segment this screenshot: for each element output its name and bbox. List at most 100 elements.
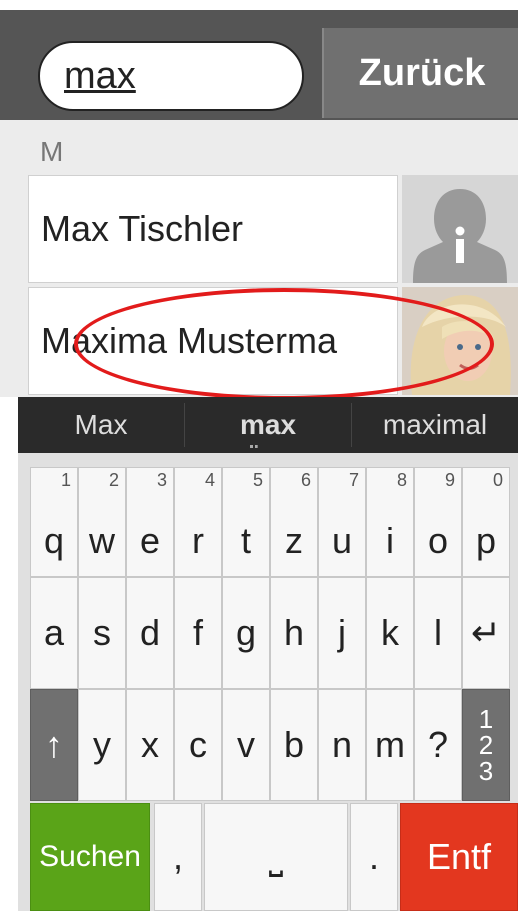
shift-key[interactable]: ↑ (30, 689, 78, 801)
contact-row[interactable]: Max Tischler (28, 175, 518, 283)
suggestion-bar: Max max maximal (18, 397, 518, 453)
key-label: r (192, 520, 204, 561)
key-x[interactable]: x (126, 689, 174, 801)
key-label: a (43, 612, 65, 653)
delete-key[interactable]: Entf (400, 803, 518, 911)
key-label: d (139, 612, 161, 653)
key-b[interactable]: b (270, 689, 318, 801)
key-r[interactable]: 4r (174, 467, 222, 577)
enter-icon: ↵ (470, 612, 502, 653)
key-label: o (427, 520, 449, 561)
key-y[interactable]: y (78, 689, 126, 801)
key-label: y (93, 724, 111, 765)
key-label: 1 2 3 (478, 704, 494, 786)
key-label: i (386, 520, 394, 561)
key-c[interactable]: c (174, 689, 222, 801)
back-button[interactable]: Zurück (322, 28, 518, 118)
key-label: . (368, 836, 379, 877)
key-label: Entf (426, 836, 492, 877)
enter-key[interactable]: ↵ (462, 577, 510, 689)
key-z[interactable]: 6z (270, 467, 318, 577)
key-label: g (235, 612, 257, 653)
keyboard: 1q 2w 3e 4r 5t 6z 7u 8i 9o 0p a s d f g … (18, 453, 518, 911)
key-label: b (283, 724, 305, 765)
key-h[interactable]: h (270, 577, 318, 689)
numbers-key[interactable]: 1 2 3 (462, 689, 510, 801)
key-e[interactable]: 3e (126, 467, 174, 577)
key-m[interactable]: m (366, 689, 414, 801)
contact-list: M Max Tischler Maxima Musterma (0, 120, 518, 397)
key-label: u (331, 520, 353, 561)
key-label: k (381, 612, 399, 653)
avatar[interactable] (402, 287, 518, 395)
key-number: 2 (108, 470, 119, 490)
key-label: w (89, 520, 115, 561)
section-letter: M (40, 136, 64, 167)
shift-arrow-icon: ↑ (45, 724, 63, 765)
key-label: v (237, 724, 255, 765)
contact-row[interactable]: Maxima Musterma (28, 287, 518, 395)
key-label: x (141, 724, 159, 765)
key-label: h (283, 612, 305, 653)
key-label: j (338, 612, 346, 653)
key-label: t (240, 520, 251, 561)
key-label: e (139, 520, 161, 561)
avatar[interactable] (402, 175, 518, 283)
key-p[interactable]: 0p (462, 467, 510, 577)
key-label: Suchen (39, 840, 141, 873)
key-t[interactable]: 5t (222, 467, 270, 577)
key-w[interactable]: 2w (78, 467, 126, 577)
top-bar: max Zurück (0, 10, 518, 120)
photo-avatar (402, 287, 518, 395)
key-g[interactable]: g (222, 577, 270, 689)
key-period[interactable]: . (350, 803, 398, 911)
key-label: , (172, 836, 183, 877)
key-label: ? (427, 724, 449, 765)
key-k[interactable]: k (366, 577, 414, 689)
suggestion-item[interactable]: maximal (352, 397, 518, 453)
contact-name[interactable]: Max Tischler (28, 175, 398, 283)
key-label: c (189, 724, 207, 765)
key-label: l (434, 612, 442, 653)
key-question[interactable]: ? (414, 689, 462, 801)
contact-name[interactable]: Maxima Musterma (28, 287, 398, 395)
key-number: 4 (204, 470, 215, 490)
key-v[interactable]: v (222, 689, 270, 801)
space-icon: ⎵ (268, 835, 284, 877)
suggestion-more-indicator (250, 445, 258, 451)
suggestion-item[interactable]: max (185, 397, 351, 453)
search-input[interactable]: max (38, 41, 304, 111)
key-label: m (375, 724, 405, 765)
key-label: f (192, 612, 203, 653)
suggestion-item[interactable]: Max (18, 397, 184, 453)
key-j[interactable]: j (318, 577, 366, 689)
key-a[interactable]: a (30, 577, 78, 689)
key-number: 6 (300, 470, 311, 490)
key-number: 7 (348, 470, 359, 490)
key-q[interactable]: 1q (30, 467, 78, 577)
key-label: z (285, 520, 303, 561)
key-l[interactable]: l (414, 577, 462, 689)
key-number: 9 (444, 470, 455, 490)
key-comma[interactable]: , (154, 803, 202, 911)
key-number: 5 (252, 470, 263, 490)
key-label: s (93, 612, 111, 653)
key-number: 8 (396, 470, 407, 490)
key-label: p (475, 520, 497, 561)
key-f[interactable]: f (174, 577, 222, 689)
key-label: q (43, 520, 65, 561)
key-s[interactable]: s (78, 577, 126, 689)
key-number: 3 (156, 470, 167, 490)
search-input-text: max (64, 55, 136, 97)
key-u[interactable]: 7u (318, 467, 366, 577)
placeholder-person-icon (402, 175, 518, 283)
key-n[interactable]: n (318, 689, 366, 801)
key-number: 1 (60, 470, 71, 490)
key-o[interactable]: 9o (414, 467, 462, 577)
key-i[interactable]: 8i (366, 467, 414, 577)
key-d[interactable]: d (126, 577, 174, 689)
key-number: 0 (492, 470, 503, 490)
search-key[interactable]: Suchen (30, 803, 150, 911)
key-label: n (331, 724, 353, 765)
space-key[interactable]: ⎵ (204, 803, 348, 911)
